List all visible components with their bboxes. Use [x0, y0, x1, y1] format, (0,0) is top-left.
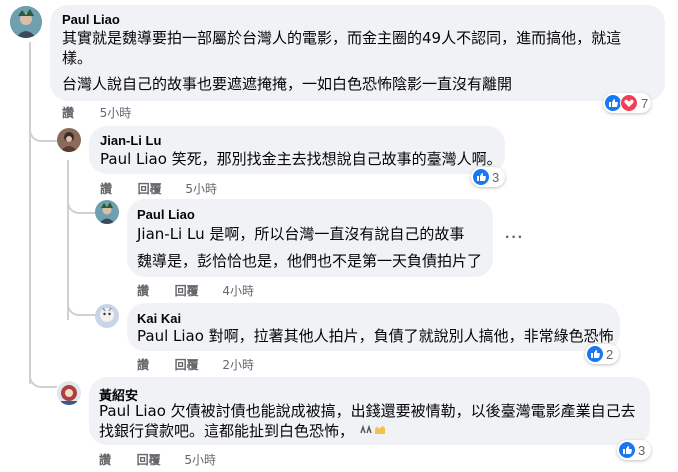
comment-text: Paul Liao 笑死，那別找金主去找想說自己故事的臺灣人啊。: [100, 149, 502, 169]
comment-author[interactable]: Paul Liao: [62, 12, 120, 27]
timestamp[interactable]: 2小時: [222, 356, 254, 373]
comment-author[interactable]: Paul Liao: [137, 207, 195, 222]
mention-link[interactable]: Paul Liao: [100, 150, 167, 168]
like-reaction-icon: [619, 442, 635, 458]
reply-button[interactable]: 回覆: [137, 451, 161, 468]
thread-branch-3: [67, 290, 95, 316]
comment-text-wrap: 樣。: [62, 49, 93, 67]
avatar-image: [95, 304, 119, 328]
comment-body: 欠債被討債也能說成被搞，出錢還要被情勒，以後臺灣電影產業自己去: [165, 402, 636, 420]
avatar-image: [95, 200, 119, 224]
comment-actions: 讚 回覆 2小時: [137, 356, 254, 373]
timestamp[interactable]: 5小時: [185, 180, 217, 197]
comment-actions: 讚 回覆 5小時: [100, 180, 217, 197]
avatar[interactable]: [57, 381, 81, 405]
reaction-count: 7: [641, 95, 649, 111]
love-reaction-icon: [620, 94, 638, 112]
avatar-image: [57, 381, 81, 405]
reaction-count: 2: [606, 346, 614, 362]
comment-actions: 讚 回覆 5小時: [99, 451, 216, 468]
like-reaction-icon: [473, 169, 489, 185]
mention-link[interactable]: Paul Liao: [137, 327, 204, 345]
reaction-summary[interactable]: 3: [617, 440, 651, 460]
reaction-count: 3: [492, 169, 500, 185]
timestamp[interactable]: 5小時: [184, 451, 216, 468]
like-button[interactable]: 讚: [137, 282, 149, 299]
avatar[interactable]: [95, 304, 119, 328]
reply-button[interactable]: 回覆: [175, 356, 199, 373]
comment-text: 其實就是魏導要拍一部屬於台灣人的電影，而金主圈的49人不認同，進而搞他，就這: [62, 29, 622, 47]
thread-branch-2: [67, 190, 95, 214]
reaction-summary[interactable]: 3: [471, 167, 505, 187]
like-button[interactable]: 讚: [99, 451, 111, 468]
timestamp[interactable]: 4小時: [222, 282, 254, 299]
comment-text-wrap: 找銀行貸款吧。這都能扯到白色恐怖，: [99, 421, 389, 442]
mention-link[interactable]: Paul Liao: [99, 402, 166, 420]
like-reaction-icon: [587, 346, 603, 362]
like-button[interactable]: 讚: [137, 356, 149, 373]
avatar-image: [10, 6, 42, 38]
comment-author[interactable]: Jian-Li Lu: [100, 133, 161, 148]
comment-actions: 讚 回覆 4小時: [137, 282, 254, 299]
comment-body-line2: 找銀行貸款吧。這都能扯到白色恐怖，: [99, 422, 355, 440]
avatar[interactable]: [10, 6, 42, 38]
reply-button[interactable]: 回覆: [138, 180, 162, 197]
more-options-icon[interactable]: ···: [505, 229, 524, 247]
comment-text-paragraph-2: 台灣人說自己的故事也要遮遮掩掩，一如白色恐怖陰影一直沒有離開: [62, 75, 513, 93]
like-button[interactable]: 讚: [100, 180, 112, 197]
avatar[interactable]: [95, 200, 119, 224]
timestamp[interactable]: 5小時: [100, 104, 132, 121]
comment-text: Paul Liao 對啊，拉著其他人拍片，負債了就說別人搞他，非常綠色恐怖: [137, 326, 614, 346]
comment-text: Jian-Li Lu 是啊，所以台灣一直沒有說自己的故事: [137, 224, 464, 244]
emoji-icon: [359, 422, 389, 442]
comment-actions: 讚 5小時: [62, 104, 131, 121]
thread-branch-4: [29, 360, 57, 388]
comment-author[interactable]: Kai Kai: [137, 311, 181, 326]
comment-body: 笑死，那別找金主去找想說自己故事的臺灣人啊。: [166, 150, 502, 168]
reaction-summary[interactable]: 7: [603, 93, 651, 113]
like-button[interactable]: 讚: [62, 104, 74, 121]
comment-body: 對啊，拉著其他人拍片，負債了就說別人搞他，非常綠色恐怖: [203, 327, 614, 345]
like-reaction-icon: [605, 95, 621, 111]
reaction-count: 3: [638, 442, 646, 458]
avatar[interactable]: [57, 128, 81, 152]
thread-line-main: [29, 42, 32, 384]
comment-text: Paul Liao 欠債被討債也能說成被搞，出錢還要被情勒，以後臺灣電影產業自己…: [99, 401, 636, 421]
thread-branch-1: [29, 112, 57, 142]
comment-body: 是啊，所以台灣一直沒有說自己的故事: [204, 225, 465, 243]
comment-text-paragraph-2: 魏導是，彭恰恰也是，他們也不是第一天負債拍片了: [137, 252, 483, 270]
avatar-image: [57, 128, 81, 152]
reply-button[interactable]: 回覆: [175, 282, 199, 299]
mention-link[interactable]: Jian-Li Lu: [137, 225, 205, 243]
reaction-summary[interactable]: 2: [585, 344, 619, 364]
